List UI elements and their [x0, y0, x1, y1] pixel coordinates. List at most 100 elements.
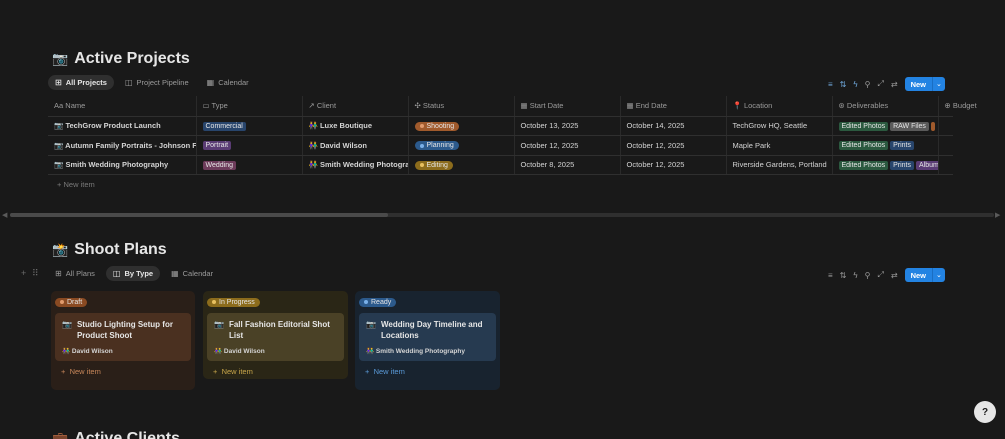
column-new-item[interactable]: + New item [359, 361, 496, 376]
cell-end[interactable]: October 14, 2025 [620, 116, 727, 136]
column-new-item[interactable]: + New item [55, 361, 191, 376]
tab-label: All Projects [65, 78, 107, 87]
cell-status[interactable]: Planning [408, 135, 515, 156]
scrollbar-thumb[interactable] [10, 213, 388, 217]
column-new-item[interactable]: + New item [207, 361, 344, 376]
board-card[interactable]: 📷 Fall Fashion Editorial Shot List 👫 Davi… [207, 312, 344, 361]
expand-icon[interactable]: ⤢ [877, 79, 883, 89]
settings-icon[interactable]: ⇄ [891, 271, 898, 280]
cell-name[interactable]: 📷 Smith Wedding Photography [48, 155, 197, 175]
board-icon: ◫ [112, 269, 121, 278]
col-type[interactable]: ▭ Type [196, 96, 303, 117]
deliverable-tag-overflow [930, 121, 935, 131]
new-button[interactable]: New ⌄ [904, 77, 945, 91]
card-title: Fall Fashion Editorial Shot List [228, 319, 330, 340]
board-card[interactable]: 📷 Studio Lighting Setup for Product Shoot… [55, 312, 191, 361]
projects-toolbar: ≡ ⇅ ϟ ⚲ ⤢ ⇄ New ⌄ [828, 77, 945, 91]
search-icon[interactable]: ⚲ [865, 80, 871, 89]
tab-project-pipeline[interactable]: ◫ Project Pipeline [118, 75, 196, 90]
formula-icon: ⊕ [944, 101, 951, 111]
tab-calendar[interactable]: ▦ Calendar [200, 75, 256, 90]
cell-budget[interactable] [938, 155, 953, 175]
column-badge: Draft [55, 297, 88, 307]
cell-client[interactable]: 👫 Smith Wedding Photography [302, 155, 409, 175]
name-text: TechGrow Product Launch [65, 121, 161, 131]
col-status[interactable]: ✣ Status [408, 96, 515, 117]
table-row[interactable]: 📷 TechGrow Product Launch Commercial 👫 L… [48, 116, 953, 136]
clients-heading: 💼 Active Clients [52, 430, 180, 439]
projects-heading: 📷 Active Projects [52, 50, 190, 68]
projects-new-item[interactable]: + New item [57, 180, 95, 189]
col-location[interactable]: 📍 Location [726, 96, 833, 117]
cell-start[interactable]: October 8, 2025 [514, 155, 621, 175]
col-client[interactable]: ↗ Client [302, 96, 409, 117]
tab-calendar[interactable]: ▦ Calendar [164, 266, 220, 281]
projects-view-tabs: ⊞ All Projects ◫ Project Pipeline ▦ Cale… [48, 75, 256, 90]
cell-deliverables[interactable]: Edited Photos RAW Files [832, 116, 939, 136]
calendar-icon: ▦ [626, 101, 634, 111]
cell-name[interactable]: 📷 TechGrow Product Launch [48, 116, 197, 136]
cell-status[interactable]: Editing [408, 155, 515, 175]
plans-heading: 📸 Shoot Plans [52, 241, 167, 259]
table-row[interactable]: 📷 Smith Wedding Photography Wedding 👫 Sm… [48, 155, 953, 175]
card-person: David Wilson [71, 347, 113, 355]
type-tag: Wedding [202, 160, 237, 170]
board-card[interactable]: 📷 Wedding Day Timeline and Locations 👫 Sm… [359, 312, 496, 361]
cell-client[interactable]: 👫 Luxe Boutique [302, 116, 409, 136]
cell-status[interactable]: Shooting [408, 116, 515, 136]
col-label: End Date [635, 101, 667, 111]
add-block-icon[interactable]: + [21, 268, 26, 278]
automation-icon[interactable]: ϟ [853, 271, 857, 280]
settings-icon[interactable]: ⇄ [891, 80, 898, 89]
expand-icon[interactable]: ⤢ [877, 270, 883, 280]
new-button[interactable]: New ⌄ [904, 268, 945, 282]
tab-all-plans[interactable]: ⊞ All Plans [48, 266, 102, 281]
col-name[interactable]: Aa Name [48, 96, 197, 117]
scroll-left-icon[interactable]: ◀ [2, 211, 7, 219]
col-start-date[interactable]: ▦ Start Date [514, 96, 621, 117]
horizontal-scrollbar[interactable] [10, 213, 994, 217]
cell-type[interactable]: Wedding [196, 155, 303, 175]
select-icon: ▭ [202, 101, 210, 111]
sort-icon[interactable]: ⇅ [840, 271, 847, 280]
table-row[interactable]: 📷 Autumn Family Portraits - Johnson Fami… [48, 135, 953, 156]
card-person: David Wilson [223, 347, 265, 355]
cell-name[interactable]: 📷 Autumn Family Portraits - Johnson Fami… [48, 135, 197, 156]
tab-by-type[interactable]: ◫ By Type [105, 266, 161, 281]
cell-type[interactable]: Portrait [196, 135, 303, 156]
tab-label: Calendar [218, 78, 249, 87]
search-icon[interactable]: ⚲ [865, 271, 871, 280]
people-icon: 👫 [308, 160, 318, 170]
cell-end[interactable]: October 12, 2025 [620, 155, 727, 175]
name-text: Autumn Family Portraits - Johnson Family [65, 140, 195, 150]
cell-start[interactable]: October 13, 2025 [514, 116, 621, 136]
automation-icon[interactable]: ϟ [853, 80, 857, 89]
help-button[interactable]: ? [974, 401, 996, 423]
chevron-down-icon[interactable]: ⌄ [932, 77, 945, 91]
client-text: Smith Wedding Photography [319, 160, 407, 170]
cell-start[interactable]: October 12, 2025 [514, 135, 621, 156]
tab-all-projects[interactable]: ⊞ All Projects [48, 75, 114, 90]
cell-deliverables[interactable]: Edited Photos Prints Album [832, 155, 939, 175]
cell-client[interactable]: 👫 David Wilson [302, 135, 409, 156]
col-budget[interactable]: ⊕ Budget [938, 96, 977, 117]
plus-icon: + [61, 366, 66, 376]
col-end-date[interactable]: ▦ End Date [620, 96, 727, 117]
chevron-down-icon[interactable]: ⌄ [932, 268, 945, 282]
col-deliverables[interactable]: ⊛ Deliverables [832, 96, 939, 117]
scroll-right-icon[interactable]: ▶ [995, 211, 1000, 219]
filter-icon[interactable]: ≡ [828, 80, 833, 89]
cell-location[interactable]: Maple Park [726, 135, 833, 156]
cell-budget[interactable] [938, 116, 953, 136]
cell-type[interactable]: Commercial [196, 116, 303, 136]
cell-location[interactable]: Riverside Gardens, Portland [726, 155, 833, 175]
cell-budget[interactable] [938, 135, 953, 156]
cell-deliverables[interactable]: Edited Photos Prints [832, 135, 939, 156]
filter-icon[interactable]: ≡ [828, 271, 833, 280]
drag-handle-icon[interactable]: ⠿ [32, 268, 39, 279]
sort-icon[interactable]: ⇅ [840, 80, 847, 89]
col-label: Type [211, 101, 228, 111]
cell-location[interactable]: TechGrow HQ, Seattle [726, 116, 833, 136]
column-badge: Ready [359, 297, 397, 307]
cell-end[interactable]: October 12, 2025 [620, 135, 727, 156]
